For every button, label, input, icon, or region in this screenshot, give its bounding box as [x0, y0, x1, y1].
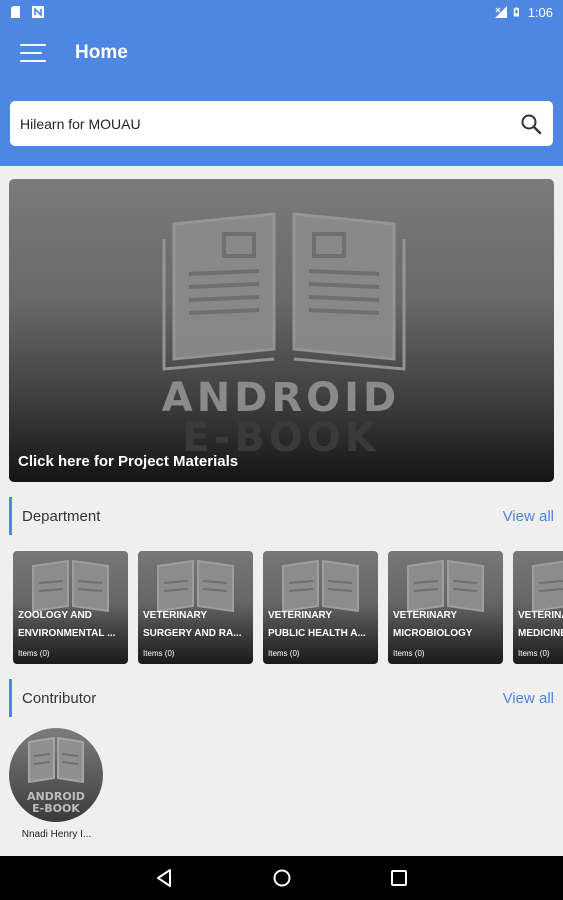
contributor-name: Nnadi Henry I... [21, 829, 92, 840]
contributor-heading: Contributor [22, 689, 97, 707]
department-card[interactable]: VETERINARYMEDICINE Items (0) [513, 551, 563, 664]
page-title: Home [75, 42, 128, 63]
department-name: VETERINARY SURGERY AND RA... [143, 610, 242, 639]
book-avatar-icon: ANDROID E-BOOK [27, 736, 85, 815]
department-name: VETERINARYMEDICINE [518, 610, 563, 639]
project-materials-banner[interactable]: ANDROID E-BOOK Click here for Project Ma… [9, 179, 554, 482]
section-accent-bar [9, 497, 12, 535]
status-bar: 1:06 [0, 0, 563, 24]
department-view-all-link[interactable]: View all [503, 508, 554, 525]
battery-icon [513, 7, 519, 17]
menu-icon[interactable] [20, 41, 50, 65]
contributor-header: Contributor View all [9, 679, 554, 717]
search-bar[interactable] [10, 101, 553, 146]
system-nav-bar [0, 856, 563, 900]
department-heading: Department [22, 507, 101, 525]
department-card[interactable]: VETERINARY PUBLIC HEALTH A... Items (0) [263, 551, 378, 664]
avatar-text-2: E-BOOK [32, 802, 80, 815]
department-card[interactable]: VETERINARY SURGERY AND RA... Items (0) [138, 551, 253, 664]
signal-icon [494, 6, 507, 18]
search-icon[interactable] [519, 112, 543, 136]
clock: 1:06 [527, 4, 553, 20]
search-area [0, 82, 563, 166]
department-item-count: Items (0) [518, 649, 550, 658]
home-icon[interactable] [271, 867, 293, 889]
nfc-icon [32, 6, 44, 18]
department-item-count: Items (0) [143, 649, 175, 658]
department-card[interactable]: ZOOLOGY AND ENVIRONMENTAL ... Items (0) [13, 551, 128, 664]
back-icon[interactable] [154, 867, 176, 889]
department-name: VETERINARY PUBLIC HEALTH A... [268, 610, 366, 639]
sd-card-icon [11, 6, 20, 18]
search-input[interactable] [20, 115, 519, 132]
department-item-count: Items (0) [393, 649, 425, 658]
section-accent-bar [9, 679, 12, 717]
recents-icon[interactable] [388, 867, 410, 889]
department-header: Department View all [9, 497, 554, 535]
book-logo-icon: ANDROID E-BOOK [162, 212, 406, 461]
department-item-count: Items (0) [18, 649, 50, 658]
contributor-item[interactable]: ANDROID E-BOOK Nnadi Henry I... [9, 728, 104, 840]
department-item-count: Items (0) [268, 649, 300, 658]
department-list: ZOOLOGY AND ENVIRONMENTAL ... Items (0) V… [13, 551, 563, 664]
contributor-view-all-link[interactable]: View all [503, 690, 554, 707]
department-card[interactable]: VETERINARY MICROBIOLOGY Items (0) [388, 551, 503, 664]
department-name: ZOOLOGY AND ENVIRONMENTAL ... [18, 610, 116, 639]
banner-caption: Click here for Project Materials [18, 453, 239, 470]
department-name: VETERINARY MICROBIOLOGY [393, 610, 473, 639]
app-bar: Home [0, 24, 563, 82]
avatar: ANDROID E-BOOK [9, 728, 103, 822]
